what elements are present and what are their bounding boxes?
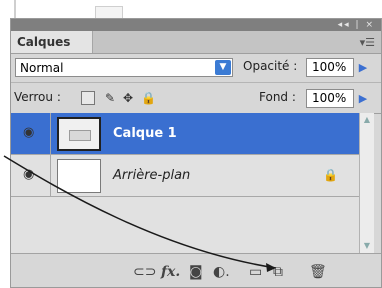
annotation-arrow — [3, 155, 277, 272]
